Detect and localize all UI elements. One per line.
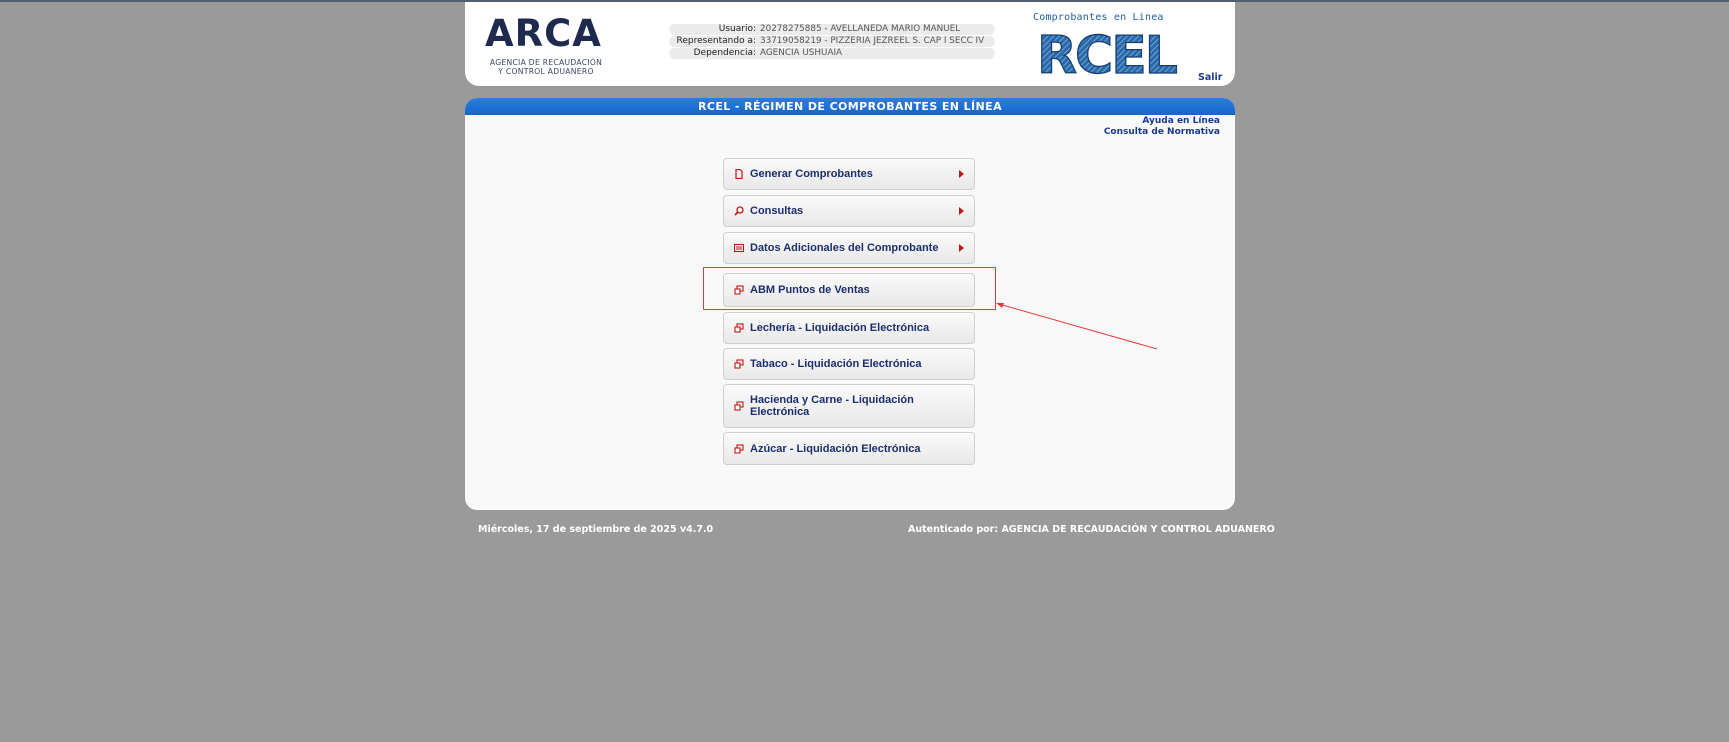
user-info-row: Dependencia: AGENCIA USHUAIA [669, 48, 995, 59]
regulations-link[interactable]: Consulta de Normativa [1104, 127, 1220, 138]
menu-lecheria[interactable]: Lechería - Liquidación Electrónica [723, 312, 975, 344]
arca-logo-subtitle: AGENCIA DE RECAUDACIÓN Y CONTROL ADUANER… [485, 58, 607, 76]
search-icon [734, 206, 744, 216]
user-info-label: Representando a: [676, 36, 756, 46]
menu-item-label: Lechería - Liquidación Electrónica [750, 322, 930, 334]
menu-item-label: Tabaco - Liquidación Electrónica [750, 358, 922, 370]
user-info-row: Representando a: 33719058219 - PIZZERIA … [669, 36, 995, 47]
user-info-label: Usuario: [718, 24, 756, 34]
footer-authenticated-by: Autenticado por: AGENCIA DE RECAUDACIÓN … [908, 524, 1275, 535]
rcel-logo-mark: RCEL [1036, 26, 1179, 78]
user-info-label: Dependencia: [693, 48, 756, 58]
menu-item-label: Consultas [750, 205, 804, 217]
arca-subtitle-line2: Y CONTROL ADUANERO [498, 67, 594, 76]
user-info-row: Usuario: 20278275885 - AVELLANEDA MARIO … [669, 24, 995, 35]
menu-tabaco[interactable]: Tabaco - Liquidación Electrónica [723, 348, 975, 380]
chevron-right-icon [959, 207, 964, 215]
menu-datos-adicionales[interactable]: Datos Adicionales del Comprobante [723, 232, 975, 264]
window-icon [734, 443, 744, 454]
chevron-right-icon [959, 170, 964, 178]
window-icon [734, 323, 744, 333]
footer-date-version: Miércoles, 17 de septiembre de 2025 v4.7… [478, 524, 714, 535]
window-icon [734, 359, 744, 369]
window-icon [734, 401, 744, 411]
logout-link[interactable]: Salir [1198, 72, 1222, 83]
menu-item-label: Datos Adicionales del Comprobante [750, 242, 939, 254]
user-info-value: 20278275885 - AVELLANEDA MARIO MANUEL [760, 24, 961, 34]
svg-text:RCEL: RCEL [1037, 26, 1177, 78]
online-help-link[interactable]: Ayuda en Línea [1104, 116, 1220, 127]
header: ARCA AGENCIA DE RECAUDACIÓN Y CONTROL AD… [465, 2, 1235, 86]
arca-subtitle-line1: AGENCIA DE RECAUDACIÓN [489, 58, 603, 67]
menu-item-label: Azúcar - Liquidación Electrónica [750, 442, 921, 455]
rcel-logo: Comprobantes en Linea RCEL [1033, 12, 1183, 80]
menu-hacienda-y-carne[interactable]: Hacienda y Carne - Liquidación Electróni… [723, 384, 975, 428]
menu-azucar[interactable]: Azúcar - Liquidación Electrónica [723, 432, 975, 465]
user-info: Usuario: 20278275885 - AVELLANEDA MARIO … [669, 24, 995, 60]
document-icon [734, 168, 744, 180]
chevron-right-icon [959, 244, 964, 252]
rcel-logo-caption: Comprobantes en Linea [1033, 12, 1164, 23]
menu-item-label: Hacienda y Carne - Liquidación Electróni… [750, 394, 914, 418]
help-links: Ayuda en Línea Consulta de Normativa [1104, 116, 1220, 138]
arca-logo-word: ARCA [485, 12, 602, 55]
annotation-arrow [996, 303, 1158, 350]
menu-item-label: Generar Comprobantes [750, 168, 873, 180]
arca-logo: ARCA AGENCIA DE RECAUDACIÓN Y CONTROL AD… [485, 12, 615, 77]
page-title: RCEL - RÉGIMEN DE COMPROBANTES EN LÍNEA [465, 98, 1235, 115]
annotation-highlight-box [703, 267, 996, 310]
user-info-value: 33719058219 - PIZZERIA JEZREEL S. CAP I … [760, 36, 985, 46]
list-icon [733, 243, 745, 253]
menu-generar-comprobantes[interactable]: Generar Comprobantes [723, 158, 975, 190]
user-info-value: AGENCIA USHUAIA [760, 48, 843, 58]
menu-consultas[interactable]: Consultas [723, 195, 975, 227]
